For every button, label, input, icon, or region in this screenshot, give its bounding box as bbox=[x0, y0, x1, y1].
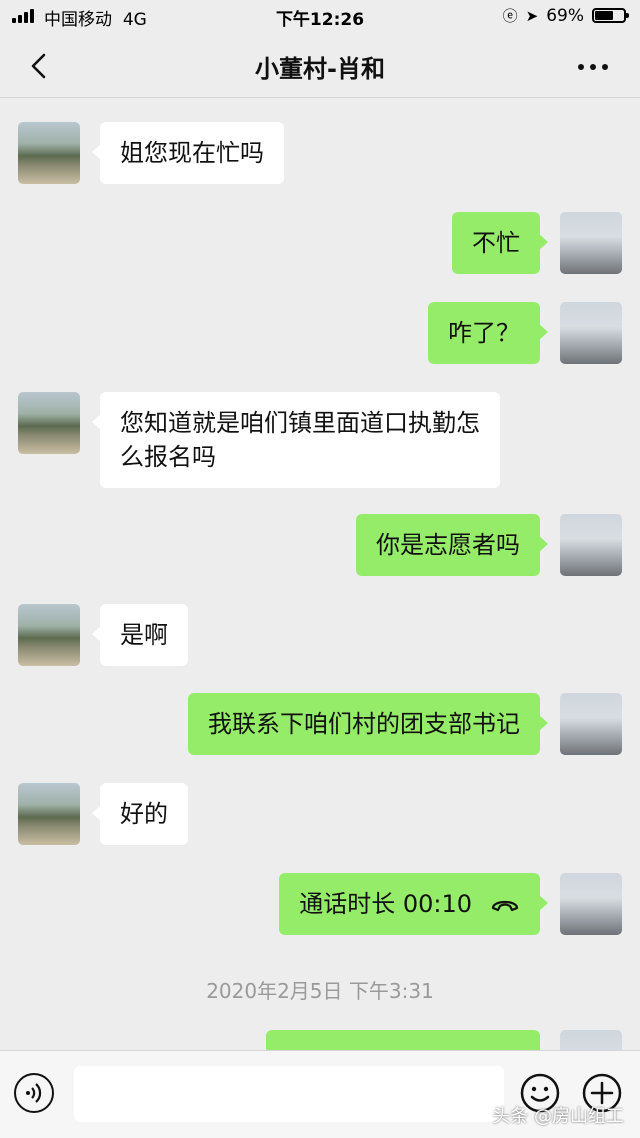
watermark: 头条 @房山组工 bbox=[492, 1106, 624, 1127]
voice-input-button[interactable] bbox=[14, 1073, 54, 1113]
my-avatar[interactable] bbox=[560, 693, 622, 755]
message-bubble-incoming[interactable]: 好的 bbox=[92, 783, 188, 845]
message-bubble-incoming[interactable]: 您知道就是咱们镇里面道口执勤怎 么报名吗 bbox=[92, 392, 500, 488]
chat-header: 小董村-肖和 bbox=[0, 34, 640, 98]
call-record-bubble[interactable]: 通话时长 00:10 bbox=[279, 873, 548, 935]
chat-title: 小董村-肖和 bbox=[255, 55, 385, 83]
battery-percent: 69% bbox=[546, 5, 584, 26]
call-duration-text: 通话时长 00:10 bbox=[299, 890, 472, 918]
more-options-icon[interactable] bbox=[578, 64, 608, 72]
contact-avatar[interactable] bbox=[18, 604, 80, 666]
battery-level-fill bbox=[595, 11, 613, 20]
status-bar: 中国移动 4G 下午12:26 ⓔ ➤ 69% bbox=[0, 0, 640, 34]
battery-icon bbox=[592, 8, 629, 23]
location-arrow-icon: ➤ bbox=[525, 6, 539, 25]
message-timestamp: 2020年2月5日 下午3:31 bbox=[206, 979, 434, 1003]
my-avatar[interactable] bbox=[560, 212, 622, 274]
message-input[interactable] bbox=[74, 1066, 504, 1122]
message-bubble-outgoing[interactable]: 你是志愿者吗 bbox=[356, 514, 548, 576]
phone-handset-icon bbox=[491, 900, 519, 912]
message-line: 您知道就是咱们镇里面道口执勤怎 bbox=[120, 409, 480, 437]
contact-avatar[interactable] bbox=[18, 392, 80, 454]
message-bubble-incoming[interactable]: 姐您现在忙吗 bbox=[92, 122, 284, 184]
message-bubble-incoming[interactable]: 是啊 bbox=[92, 604, 188, 666]
my-avatar[interactable] bbox=[560, 302, 622, 364]
voice-wave-icon bbox=[26, 1083, 42, 1103]
message-bubble-outgoing[interactable]: 不忙 bbox=[452, 212, 548, 274]
my-avatar[interactable] bbox=[560, 873, 622, 935]
message-bubble-outgoing[interactable]: 我联系下咱们村的团支部书记 bbox=[188, 693, 548, 755]
message-bubble-outgoing[interactable]: 咋了？ bbox=[428, 302, 548, 364]
my-avatar[interactable] bbox=[560, 514, 622, 576]
contact-avatar[interactable] bbox=[18, 122, 80, 184]
contact-avatar[interactable] bbox=[18, 783, 80, 845]
rotation-lock-icon: ⓔ bbox=[502, 7, 518, 25]
message-line: 么报名吗 bbox=[120, 443, 216, 471]
